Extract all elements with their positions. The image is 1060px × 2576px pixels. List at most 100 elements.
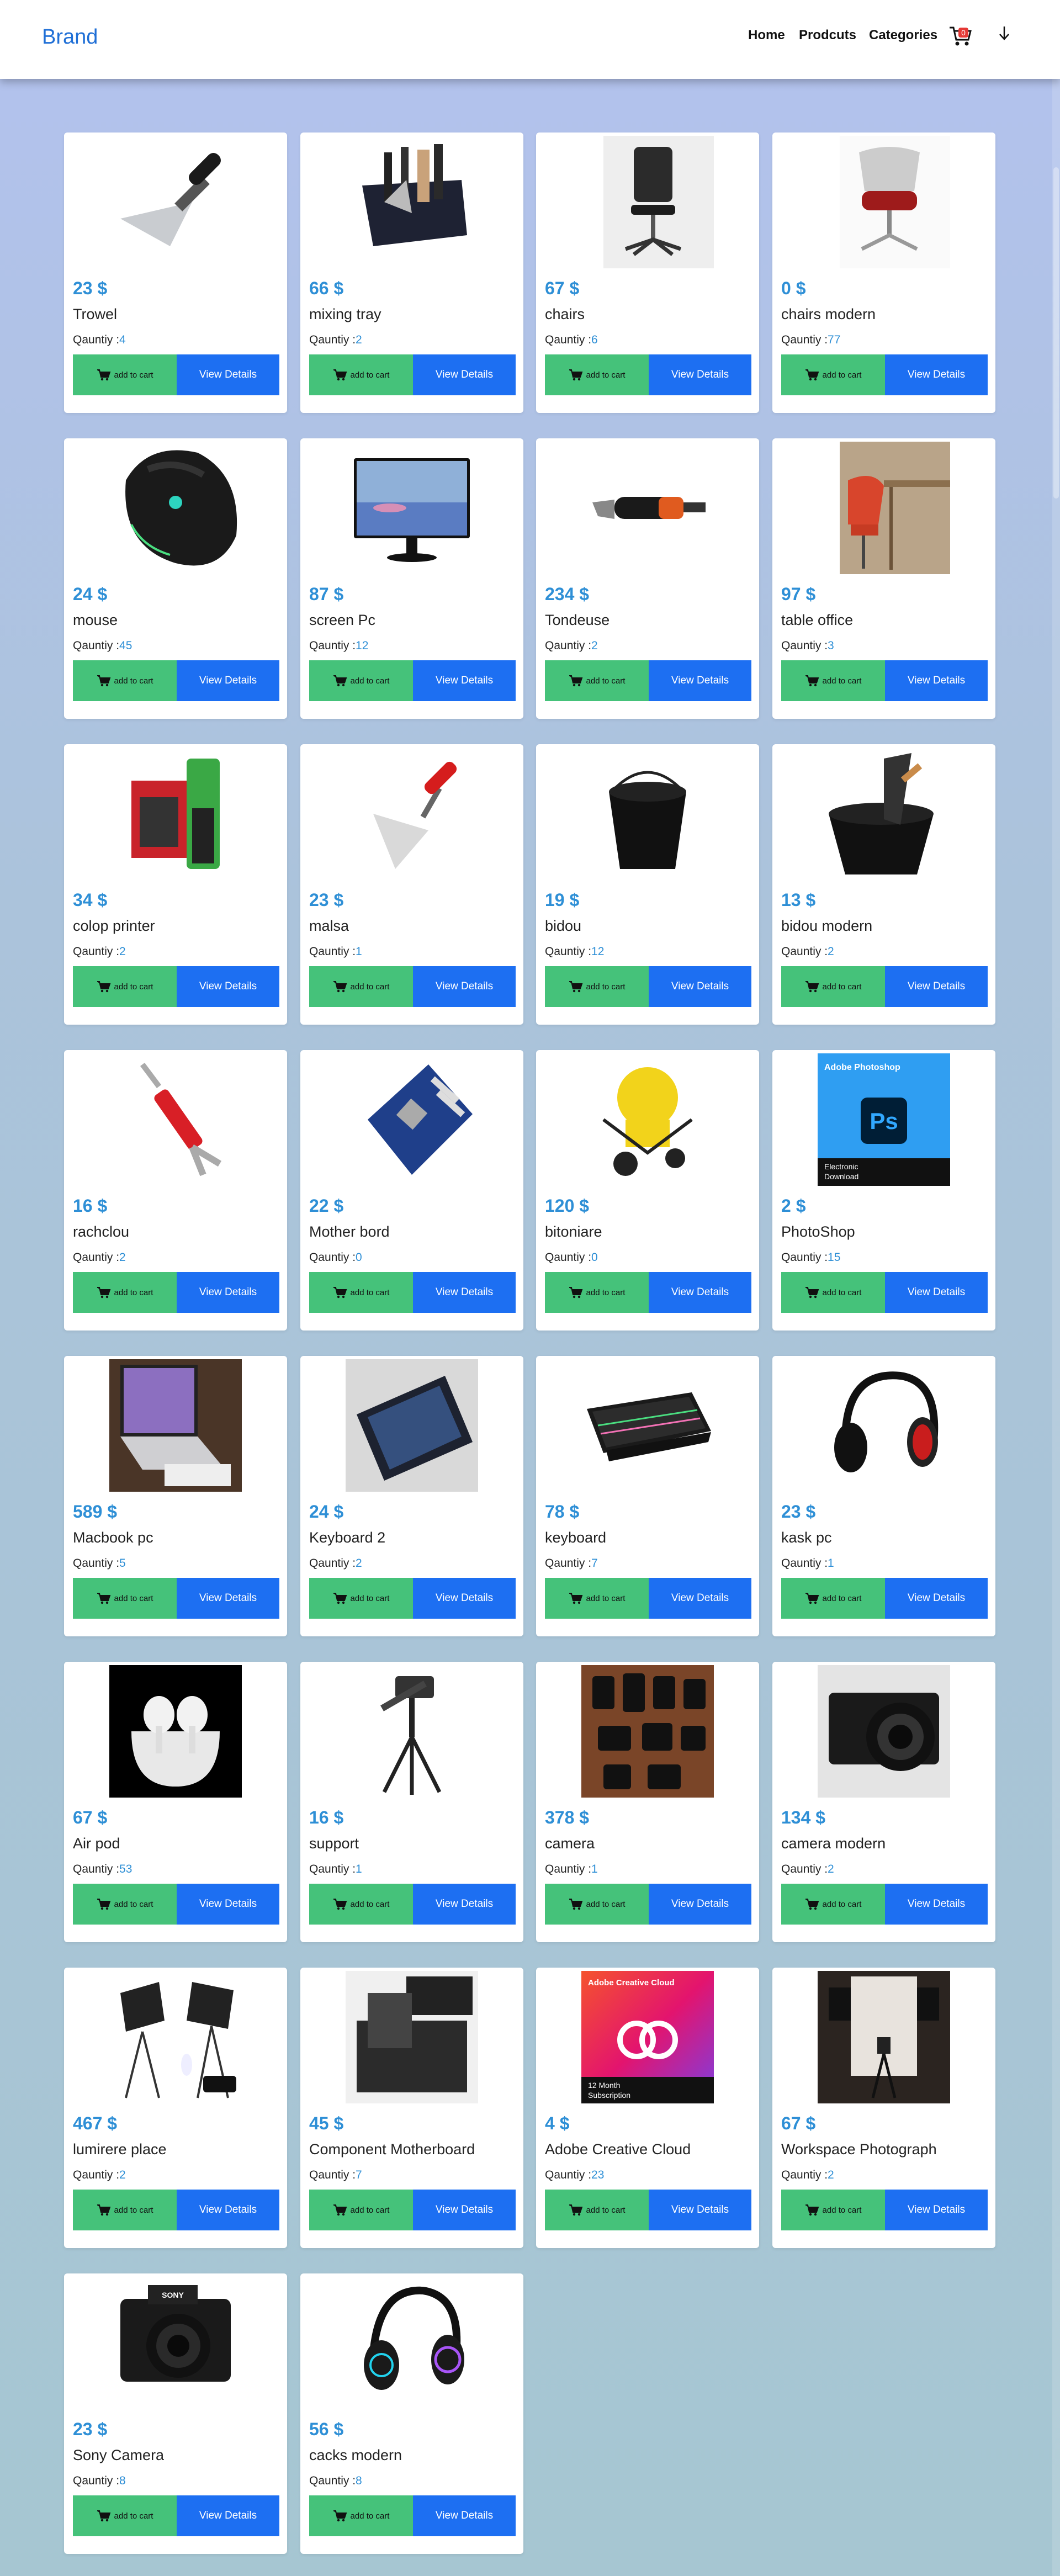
- add-to-cart-button[interactable]: add to cart: [545, 966, 649, 1007]
- keyboard-compact-icon: [346, 1359, 478, 1492]
- add-to-cart-button[interactable]: add to cart: [73, 354, 177, 395]
- view-details-button[interactable]: View Details: [885, 1578, 988, 1619]
- view-details-button[interactable]: View Details: [885, 354, 988, 395]
- view-details-button[interactable]: View Details: [885, 1884, 988, 1925]
- view-details-button[interactable]: View Details: [649, 354, 751, 395]
- view-details-button[interactable]: View Details: [413, 2190, 516, 2230]
- cart-icon[interactable]: 0: [948, 23, 974, 49]
- view-details-button[interactable]: View Details: [413, 1272, 516, 1313]
- quantity-label: Qauntiy :: [545, 2169, 592, 2181]
- view-details-button[interactable]: View Details: [649, 2190, 751, 2230]
- add-to-cart-label: add to cart: [822, 1899, 862, 1909]
- add-to-cart-button[interactable]: add to cart: [781, 966, 885, 1007]
- cart-icon: [805, 675, 819, 687]
- view-details-button[interactable]: View Details: [413, 2495, 516, 2536]
- view-details-button[interactable]: View Details: [177, 1578, 279, 1619]
- photoshop-box-icon: Adobe Photoshop Ps Electronic Download: [818, 1053, 950, 1186]
- add-to-cart-button[interactable]: add to cart: [309, 1884, 413, 1925]
- cart-icon: [97, 2510, 110, 2522]
- add-to-cart-button[interactable]: add to cart: [309, 2495, 413, 2536]
- view-details-button[interactable]: View Details: [413, 966, 516, 1007]
- add-to-cart-label: add to cart: [114, 2205, 153, 2215]
- nav-link-home[interactable]: Home: [748, 28, 785, 43]
- add-to-cart-label: add to cart: [822, 370, 862, 380]
- add-to-cart-button[interactable]: add to cart: [545, 660, 649, 701]
- view-details-button[interactable]: View Details: [649, 660, 751, 701]
- add-to-cart-label: add to cart: [586, 2205, 626, 2215]
- cart-count-badge: 0: [961, 28, 966, 37]
- add-to-cart-button[interactable]: add to cart: [545, 1578, 649, 1619]
- add-to-cart-button[interactable]: add to cart: [309, 1272, 413, 1313]
- add-to-cart-button[interactable]: add to cart: [73, 2190, 177, 2230]
- view-details-button[interactable]: View Details: [177, 354, 279, 395]
- view-details-button[interactable]: View Details: [177, 2190, 279, 2230]
- nav-link-products[interactable]: Prodcuts: [799, 28, 856, 43]
- add-to-cart-button[interactable]: add to cart: [73, 1272, 177, 1313]
- add-to-cart-label: add to cart: [586, 1899, 626, 1909]
- view-details-button[interactable]: View Details: [413, 660, 516, 701]
- add-to-cart-button[interactable]: add to cart: [545, 2190, 649, 2230]
- view-details-button[interactable]: View Details: [177, 660, 279, 701]
- product-name: kask pc: [781, 1529, 832, 1546]
- cart-icon: [97, 1593, 110, 1604]
- quantity-label: Qauntiy :: [309, 2474, 356, 2487]
- add-to-cart-button[interactable]: add to cart: [781, 2190, 885, 2230]
- view-details-button[interactable]: View Details: [649, 1578, 751, 1619]
- add-to-cart-label: add to cart: [350, 2205, 390, 2215]
- arrow-down-icon[interactable]: [997, 24, 1011, 43]
- add-to-cart-button[interactable]: add to cart: [781, 1578, 885, 1619]
- add-to-cart-label: add to cart: [114, 982, 153, 992]
- view-details-button[interactable]: View Details: [413, 1578, 516, 1619]
- view-details-button[interactable]: View Details: [177, 1884, 279, 1925]
- product-name: Macbook pc: [73, 1529, 153, 1546]
- add-to-cart-button[interactable]: add to cart: [309, 660, 413, 701]
- view-details-button[interactable]: View Details: [413, 1884, 516, 1925]
- view-details-button[interactable]: View Details: [649, 1884, 751, 1925]
- stamp-printer-icon: [109, 748, 242, 880]
- add-to-cart-button[interactable]: add to cart: [73, 966, 177, 1007]
- add-to-cart-button[interactable]: add to cart: [73, 1578, 177, 1619]
- add-to-cart-button[interactable]: add to cart: [545, 1884, 649, 1925]
- add-to-cart-button[interactable]: add to cart: [781, 660, 885, 701]
- add-to-cart-button[interactable]: add to cart: [73, 660, 177, 701]
- add-to-cart-button[interactable]: add to cart: [781, 1272, 885, 1313]
- add-to-cart-button[interactable]: add to cart: [781, 1884, 885, 1925]
- add-to-cart-button[interactable]: add to cart: [73, 1884, 177, 1925]
- quantity-value: 45: [119, 639, 132, 652]
- nav-link-categories[interactable]: Categories: [869, 28, 937, 43]
- product-card: 67 $ chairs Qauntiy :6 add to cart View …: [536, 132, 759, 413]
- cart-icon: [333, 1593, 347, 1604]
- add-to-cart-button[interactable]: add to cart: [781, 354, 885, 395]
- product-quantity: Qauntiy :2: [309, 1557, 362, 1570]
- cart-icon: [569, 981, 582, 993]
- view-details-button[interactable]: View Details: [885, 966, 988, 1007]
- product-quantity: Qauntiy :4: [73, 333, 126, 347]
- add-to-cart-button[interactable]: add to cart: [309, 2190, 413, 2230]
- headset-red-icon: [818, 1359, 950, 1492]
- product-price: 2 $: [781, 1196, 806, 1216]
- add-to-cart-button[interactable]: add to cart: [545, 1272, 649, 1313]
- view-details-button[interactable]: View Details: [177, 1272, 279, 1313]
- add-to-cart-button[interactable]: add to cart: [309, 354, 413, 395]
- quantity-value: 2: [828, 2169, 834, 2181]
- add-to-cart-button[interactable]: add to cart: [73, 2495, 177, 2536]
- add-to-cart-button[interactable]: add to cart: [545, 354, 649, 395]
- add-to-cart-label: add to cart: [114, 2511, 153, 2521]
- view-details-button[interactable]: View Details: [177, 966, 279, 1007]
- view-details-button[interactable]: View Details: [649, 1272, 751, 1313]
- product-card: 23 $ Trowel Qauntiy :4 add to cart View …: [64, 132, 287, 413]
- product-price: 56 $: [309, 2419, 344, 2439]
- view-details-button[interactable]: View Details: [885, 660, 988, 701]
- view-details-button[interactable]: View Details: [885, 1272, 988, 1313]
- quantity-value: 5: [119, 1557, 126, 1570]
- add-to-cart-button[interactable]: add to cart: [309, 966, 413, 1007]
- view-details-button[interactable]: View Details: [177, 2495, 279, 2536]
- product-price: 0 $: [781, 278, 806, 298]
- quantity-value: 8: [356, 2474, 362, 2487]
- brand-link[interactable]: Brand: [42, 25, 98, 49]
- view-details-button[interactable]: View Details: [649, 966, 751, 1007]
- view-details-button[interactable]: View Details: [413, 354, 516, 395]
- product-quantity: Qauntiy :1: [545, 1863, 598, 1876]
- view-details-button[interactable]: View Details: [885, 2190, 988, 2230]
- add-to-cart-button[interactable]: add to cart: [309, 1578, 413, 1619]
